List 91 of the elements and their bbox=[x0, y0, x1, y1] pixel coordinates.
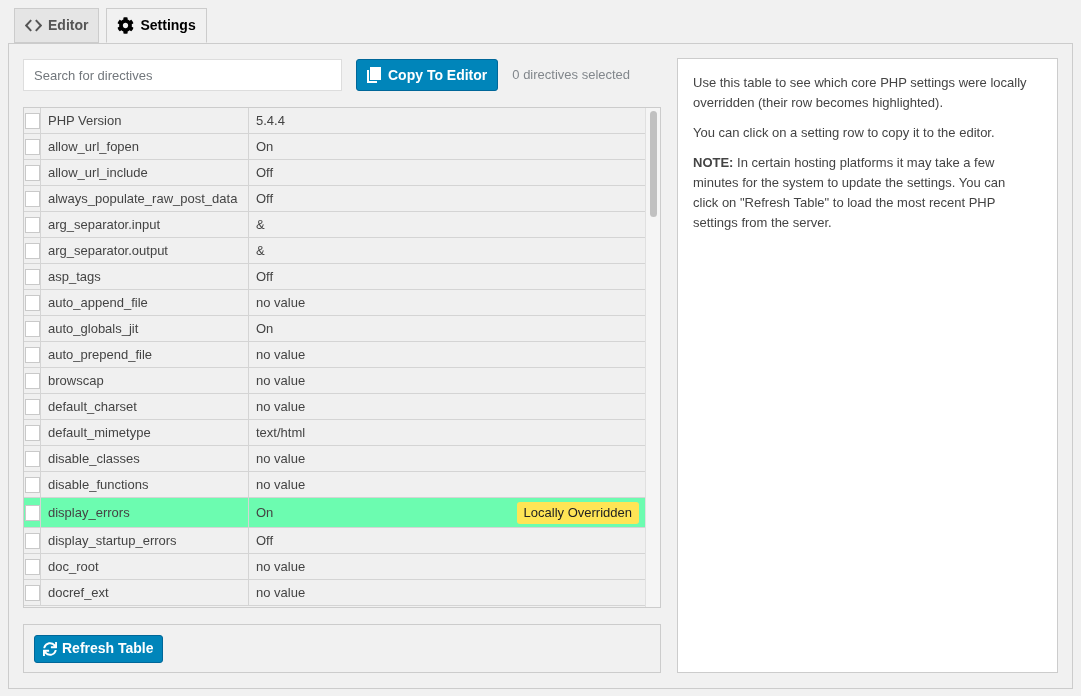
refresh-icon bbox=[43, 641, 57, 656]
table-cell-text: On bbox=[256, 503, 274, 522]
table-cell: asp_tags bbox=[41, 264, 249, 289]
table-cell-text: Off bbox=[256, 531, 274, 550]
search-field[interactable]: Search for directives bbox=[23, 59, 342, 91]
table-row[interactable]: auto_append_file no value bbox=[24, 290, 645, 316]
checkbox[interactable] bbox=[25, 450, 40, 467]
table-cell: browscap bbox=[41, 368, 249, 393]
table-cell-text: no value bbox=[256, 583, 306, 602]
table-row[interactable]: asp_tags Off bbox=[24, 264, 645, 290]
tab[interactable]: Settings bbox=[106, 8, 207, 43]
checkbox[interactable] bbox=[25, 504, 40, 521]
scrollbar-thumb[interactable] bbox=[649, 111, 657, 217]
table-row[interactable]: default_charset no value bbox=[24, 394, 645, 420]
help-paragraph: NOTE: In certain hosting platforms it may take a few minutes for the system to update the settings. You can click on "Refresh Table" to load the most recent PHP settings from the server. bbox=[693, 154, 1007, 232]
table-cell: PHP Version bbox=[41, 108, 249, 133]
table-row[interactable]: auto_prepend_file no value bbox=[24, 342, 645, 368]
checkbox[interactable] bbox=[25, 320, 40, 337]
table-row[interactable]: display_startup_errors Off bbox=[24, 528, 645, 554]
help-paragraph: Use this table to see which core PHP settings were locally overridden (their row becomes highlighted). bbox=[693, 74, 1028, 112]
table-cell-text: no value bbox=[256, 371, 306, 390]
table-cell-text: no value bbox=[256, 449, 306, 468]
table-cell: auto_prepend_file bbox=[41, 342, 249, 367]
table-cell-text: text/html bbox=[256, 423, 306, 442]
table-cell: allow_url_fopen bbox=[41, 134, 249, 159]
table-cell: arg_separator.output bbox=[41, 238, 249, 263]
table-cell-text: On bbox=[256, 319, 274, 338]
checkbox[interactable] bbox=[25, 190, 40, 207]
table-cell: display_startup_errors bbox=[41, 528, 249, 553]
table-cell-text: no value bbox=[256, 345, 306, 364]
help-paragraph: You can click on a setting row to copy it to the editor. bbox=[693, 124, 996, 142]
table-cell-text: Off bbox=[256, 189, 274, 208]
table-cell-text: no value bbox=[256, 397, 306, 416]
table-row[interactable]: always_populate_raw_post_data Off bbox=[24, 186, 645, 212]
table-cell: default_mimetype bbox=[41, 420, 249, 445]
table-row[interactable]: arg_separator.output & bbox=[24, 238, 645, 264]
table-cell: doc_root bbox=[41, 554, 249, 579]
checkbox[interactable] bbox=[25, 372, 40, 389]
checkbox[interactable] bbox=[25, 398, 40, 415]
checkbox[interactable] bbox=[25, 584, 40, 601]
copy-icon bbox=[367, 67, 381, 83]
table-row[interactable]: PHP Version 5.4.4 bbox=[24, 108, 645, 134]
checkbox[interactable] bbox=[25, 164, 40, 181]
table-cell: display_errors bbox=[41, 498, 249, 527]
tab[interactable]: Editor bbox=[14, 8, 100, 43]
checkbox[interactable] bbox=[25, 242, 40, 259]
checkbox[interactable] bbox=[25, 346, 40, 363]
table-cell: always_populate_raw_post_data bbox=[41, 186, 249, 211]
checkbox[interactable] bbox=[25, 216, 40, 233]
table-row[interactable]: doc_root no value bbox=[24, 554, 645, 580]
table-cell: allow_url_include bbox=[41, 160, 249, 185]
table-row[interactable]: allow_url_fopen On bbox=[24, 134, 645, 160]
table-row[interactable]: display_errors On Locally Overridden bbox=[24, 498, 645, 528]
table-cell-text: 5.4.4 bbox=[256, 111, 285, 130]
table-cell-text: no value bbox=[256, 293, 306, 312]
refresh-table-button[interactable]: Refresh Table bbox=[34, 634, 163, 663]
table-cell: docref_ext bbox=[41, 580, 249, 605]
table-cell: default_charset bbox=[41, 394, 249, 419]
table-cell-text: Off bbox=[256, 163, 274, 182]
table-row[interactable]: default_mimetype text/html bbox=[24, 420, 645, 446]
table-cell: auto_globals_jit bbox=[41, 316, 249, 341]
table-row[interactable]: disable_classes no value bbox=[24, 446, 645, 472]
table-row[interactable]: arg_separator.input & bbox=[24, 212, 645, 238]
table-cell: auto_append_file bbox=[41, 290, 249, 315]
table-cell-text: no value bbox=[256, 557, 306, 576]
gear-icon bbox=[117, 17, 135, 34]
table-row[interactable]: auto_globals_jit On bbox=[24, 316, 645, 342]
table-cell: arg_separator.input bbox=[41, 212, 249, 237]
checkbox[interactable] bbox=[25, 112, 40, 129]
copy-to-editor-button[interactable]: Copy To Editor bbox=[356, 59, 499, 91]
table-row[interactable]: docref_ext no value bbox=[24, 580, 645, 606]
table-cell-text: no value bbox=[256, 475, 306, 494]
table-row[interactable]: allow_url_include Off bbox=[24, 160, 645, 186]
table-cell: disable_functions bbox=[41, 472, 249, 497]
table-cell: disable_classes bbox=[41, 446, 249, 471]
code-icon bbox=[25, 19, 42, 32]
checkbox[interactable] bbox=[25, 558, 40, 575]
checkbox[interactable] bbox=[25, 138, 40, 155]
table-row[interactable]: browscap no value bbox=[24, 368, 645, 394]
checkbox[interactable] bbox=[25, 294, 40, 311]
table-cell-text: & bbox=[256, 215, 265, 234]
checkbox[interactable] bbox=[25, 532, 40, 549]
status-badge: Locally Overridden bbox=[516, 501, 639, 524]
table-cell-text: & bbox=[256, 241, 265, 260]
table-cell-text: Off bbox=[256, 267, 274, 286]
table-cell-text: On bbox=[256, 137, 274, 156]
selection-count: 0 directives selected bbox=[512, 66, 631, 85]
checkbox[interactable] bbox=[25, 424, 40, 441]
table-row[interactable]: disable_functions no value bbox=[24, 472, 645, 498]
checkbox[interactable] bbox=[25, 476, 40, 493]
checkbox[interactable] bbox=[25, 268, 40, 285]
